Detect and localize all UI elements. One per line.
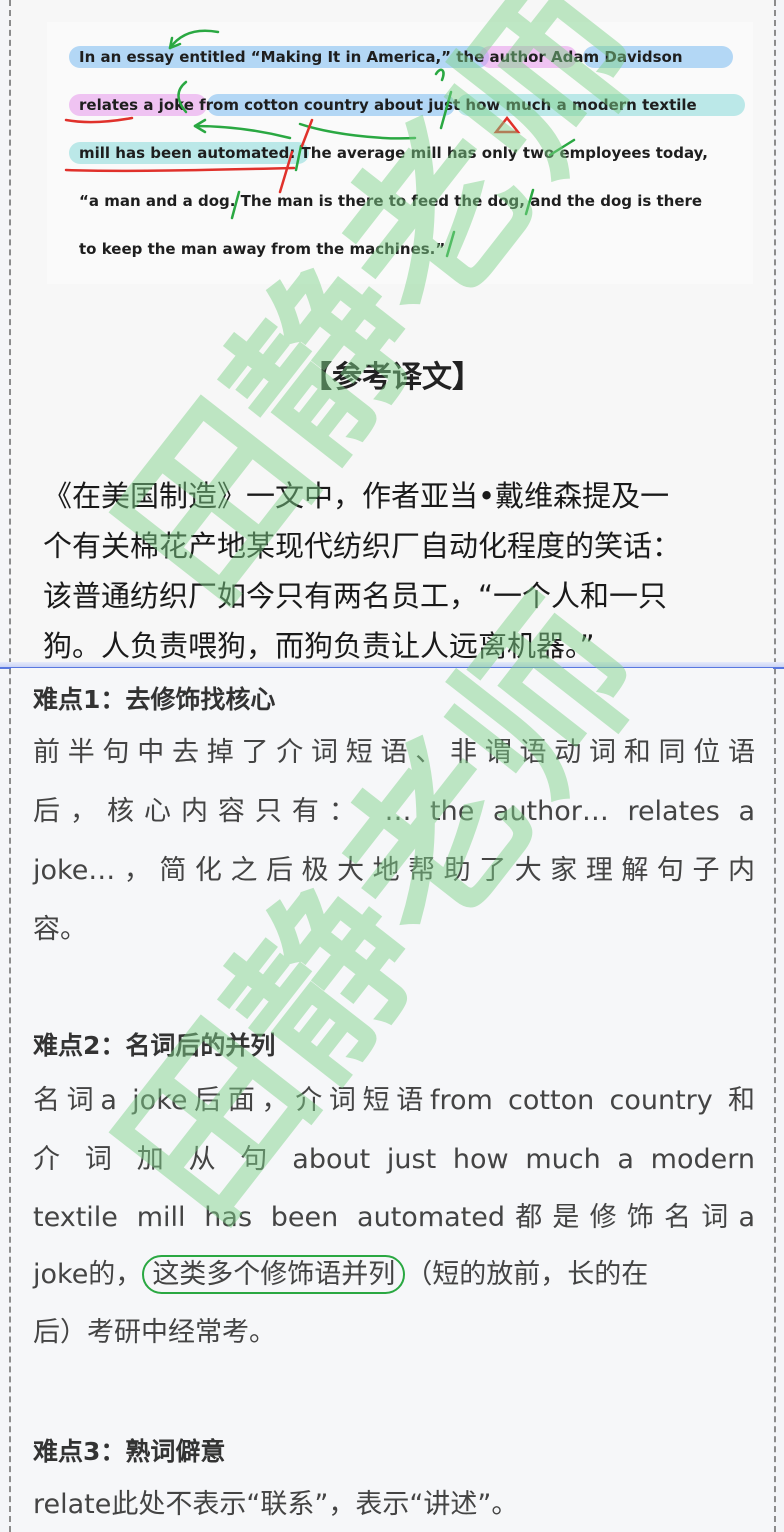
note-2-line-4-end: （短的放前，长的在 [405,1259,649,1290]
essay-line-2: relates a joke from cotton country about… [79,96,697,114]
essay-line-1: In an essay entitled “Making It in Ameri… [79,48,683,66]
note-1-line-3: joke…，简化之后极大地帮助了大家理解句子内 [33,855,755,886]
reference-translation-title: 【参考译文】 [302,360,482,395]
note-2-line-4: joke的， 这类多个修饰语并列 （短的放前，长的在 [33,1255,755,1294]
note-3-line-1: relate此处不表示“联系”，表示“讲述”。 [33,1489,519,1520]
translation-line-4: 狗。人负责喂狗，而狗负责让人远离机器。” [43,629,595,663]
note-1-line-2: 后，核心内容只有： … the author… relates a [33,796,755,827]
translation-line-1: 《在美国制造》一文中，作者亚当•戴维森提及一 [43,479,670,513]
circled-phrase: 这类多个修饰语并列 [142,1255,406,1294]
difficulty-notes: 难点1：去修饰找核心 前半句中去掉了介词短语、非谓语动词和同位语 后，核心内容只… [11,668,773,1532]
note-2-line-2: 介 词 加 从 句 about just how much a modern [33,1144,755,1175]
note-2-line-5: 后）考研中经常考。 [33,1317,276,1348]
note-3-heading: 难点3：熟词僻意 [33,1437,226,1466]
note-1-line-1: 前半句中去掉了介词短语、非谓语动词和同位语 [33,737,755,768]
essay-line-5: to keep the man away from the machines.” [79,240,446,258]
essay-line-3: mill has been automated: The average mil… [79,144,708,162]
translation-line-2: 个有关棉花产地某现代纺织厂自动化程度的笑话： [43,529,682,563]
essay-line-4: “a man and a dog. The man is there to fe… [79,192,703,210]
translation-panel: In an essay entitled “Making It in Ameri… [11,0,773,664]
translation-line-3: 该普通纺织厂如今只有两名员工，“一个人和一只 [43,579,668,613]
document-page: In an essay entitled “Making It in Ameri… [0,0,784,1532]
note-2-heading: 难点2：名词后的并列 [33,1031,276,1060]
essay-excerpt: In an essay entitled “Making It in Ameri… [47,22,753,284]
note-1-line-4: 容。 [33,914,87,945]
note-2-line-1: 名词a joke后面，介词短语from cotton country 和 [33,1085,755,1116]
note-2-line-4-start: joke的， [33,1259,143,1290]
note-2-line-3: textile mill has been automated都是修饰名词a [33,1202,755,1233]
right-dashed-border [774,0,776,1532]
note-1-heading: 难点1：去修饰找核心 [33,685,276,714]
